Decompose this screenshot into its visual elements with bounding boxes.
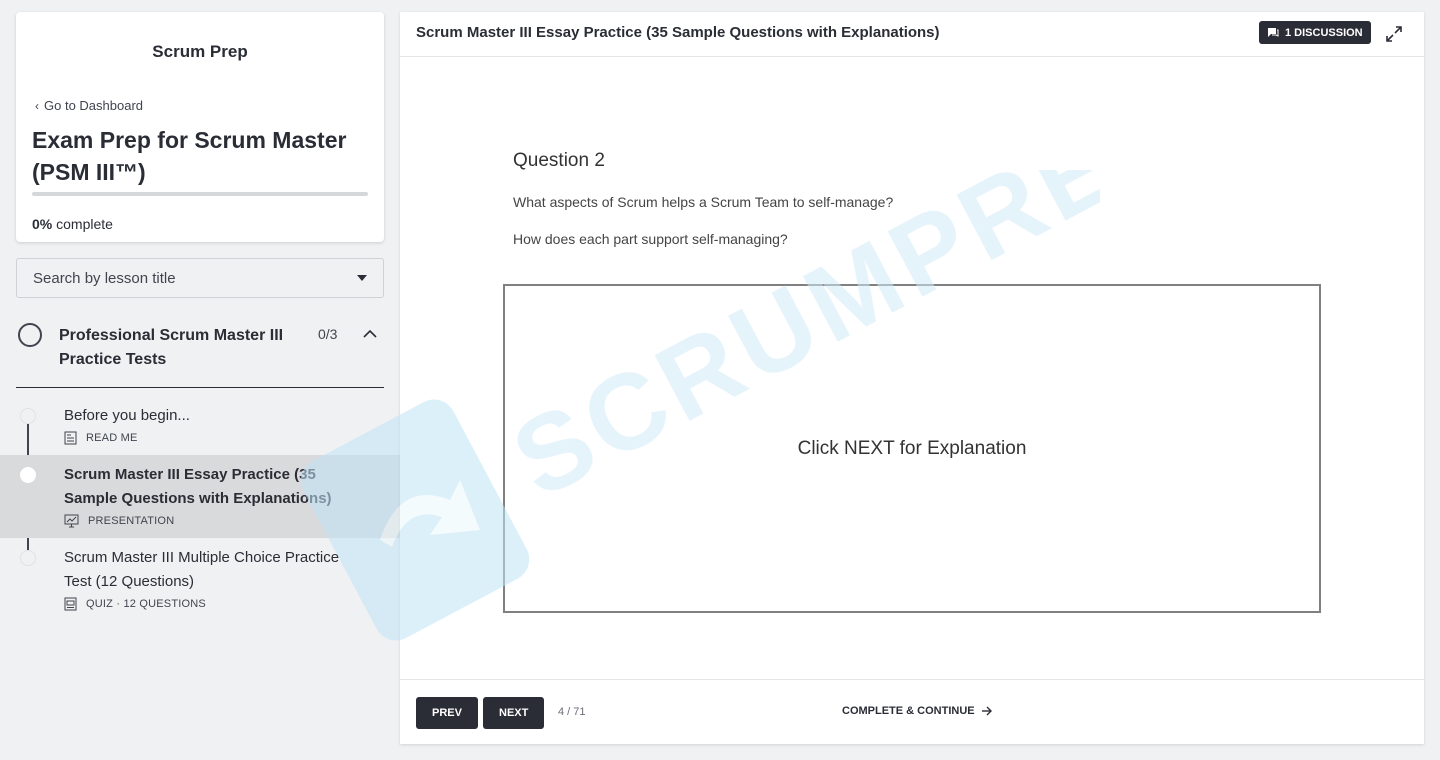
sidebar: Scrum Prep ‹ Go to Dashboard Exam Prep f… bbox=[0, 0, 400, 760]
prev-button[interactable]: PREV bbox=[416, 697, 478, 729]
progress-bar bbox=[32, 192, 368, 196]
complete-and-continue-button[interactable]: COMPLETE & CONTINUE bbox=[842, 705, 993, 717]
chapter-title: Professional Scrum Master III Practice T… bbox=[59, 327, 284, 368]
complete-label: COMPLETE & CONTINUE bbox=[842, 705, 975, 717]
lesson-title: Scrum Master III Multiple Choice Practic… bbox=[64, 549, 340, 590]
course-card: Scrum Prep ‹ Go to Dashboard Exam Prep f… bbox=[16, 12, 384, 242]
lesson-item-essay-practice[interactable]: Scrum Master III Essay Practice (35 Samp… bbox=[0, 455, 400, 538]
lesson-type: QUIZ · 12 QUESTIONS bbox=[86, 598, 206, 610]
presentation-slide: Question 2 What aspects of Scrum helps a… bbox=[400, 58, 1424, 678]
lesson-list: Before you begin... READ ME Scrum Master… bbox=[0, 396, 400, 621]
caret-down-icon bbox=[357, 275, 367, 281]
quiz-icon bbox=[64, 597, 77, 611]
discussion-label: 1 DISCUSSION bbox=[1285, 26, 1363, 39]
chapter-header[interactable]: Professional Scrum Master III Practice T… bbox=[16, 320, 384, 388]
chevron-left-icon: ‹ bbox=[35, 98, 39, 113]
lesson-status-dot bbox=[20, 408, 36, 424]
lesson-type: READ ME bbox=[86, 432, 138, 444]
question-text-line-1: What aspects of Scrum helps a Scrum Team… bbox=[513, 194, 894, 210]
chat-icon bbox=[1268, 28, 1279, 37]
arrow-right-icon bbox=[981, 706, 992, 716]
brand-name: Scrum Prep bbox=[152, 42, 248, 61]
expand-icon[interactable] bbox=[1385, 25, 1403, 43]
lesson-type: PRESENTATION bbox=[88, 515, 175, 527]
lesson-status-dot bbox=[20, 550, 36, 566]
lesson-content-panel: Scrum Master III Essay Practice (35 Samp… bbox=[400, 12, 1424, 744]
course-title: Exam Prep for Scrum Master (PSM III™) bbox=[32, 127, 347, 185]
lesson-meta: READ ME bbox=[64, 431, 370, 445]
progress-text: 0% complete bbox=[32, 216, 113, 232]
back-link-label: Go to Dashboard bbox=[44, 98, 144, 113]
lesson-heading: Scrum Master III Essay Practice (35 Samp… bbox=[416, 24, 940, 41]
chevron-up-icon[interactable] bbox=[362, 326, 378, 342]
content-header: Scrum Master III Essay Practice (35 Samp… bbox=[400, 12, 1424, 57]
lesson-item-before-you-begin[interactable]: Before you begin... READ ME bbox=[0, 396, 400, 455]
lesson-title: Before you begin... bbox=[64, 407, 190, 424]
lesson-meta: QUIZ · 12 QUESTIONS bbox=[64, 597, 370, 611]
discussion-button[interactable]: 1 DISCUSSION bbox=[1259, 21, 1371, 44]
lesson-meta: PRESENTATION bbox=[64, 514, 370, 528]
document-icon bbox=[64, 431, 77, 445]
lesson-item-multiple-choice-test[interactable]: Scrum Master III Multiple Choice Practic… bbox=[0, 538, 400, 621]
answer-placeholder-box: Click NEXT for Explanation bbox=[503, 284, 1321, 613]
progress-suffix: complete bbox=[52, 216, 113, 232]
progress-percent: 0% bbox=[32, 216, 53, 232]
slide-page-count: 4 / 71 bbox=[558, 706, 586, 718]
presentation-icon bbox=[64, 514, 79, 528]
lesson-search-select[interactable]: Search by lesson title bbox=[16, 258, 384, 298]
chapter-progress-count: 0/3 bbox=[318, 326, 338, 342]
search-placeholder: Search by lesson title bbox=[33, 269, 176, 287]
content-footer: PREV NEXT 4 / 71 COMPLETE & CONTINUE bbox=[400, 679, 1424, 744]
next-button[interactable]: NEXT bbox=[483, 697, 545, 729]
lesson-status-dot bbox=[20, 467, 36, 483]
chapter-status-ring-icon bbox=[18, 323, 42, 347]
question-text-line-2: How does each part support self-managing… bbox=[513, 231, 788, 247]
lesson-title: Scrum Master III Essay Practice (35 Samp… bbox=[64, 466, 332, 507]
answer-prompt: Click NEXT for Explanation bbox=[797, 437, 1027, 459]
question-title: Question 2 bbox=[513, 150, 605, 171]
back-to-dashboard-link[interactable]: ‹ Go to Dashboard bbox=[35, 98, 143, 113]
